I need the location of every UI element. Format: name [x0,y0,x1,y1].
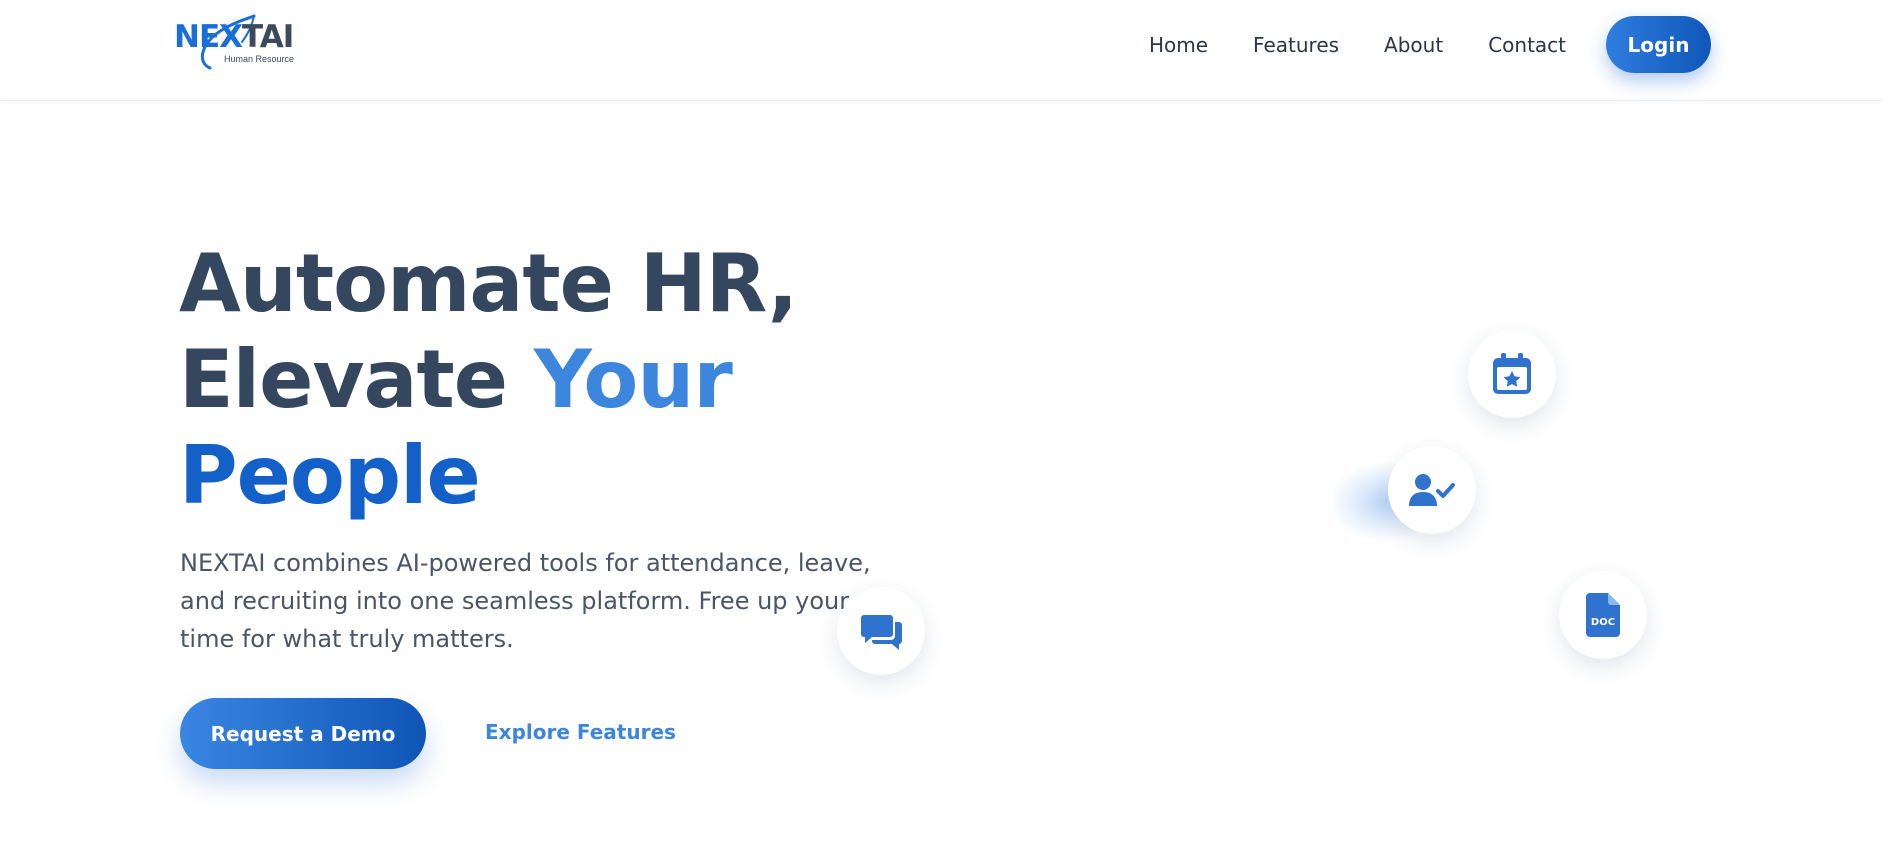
logo-subtitle: Human Resource [224,54,295,64]
logo-wordmark-a: NEX [174,19,243,55]
user-check-bubble [1388,446,1476,534]
chat-bubble [837,587,925,675]
site-header: NEXTAI Human Resource Home Features Abou… [0,0,1883,101]
user-check-icon [1409,474,1455,506]
nav-home[interactable]: Home [1149,33,1208,57]
hero-title: Automate HR, Elevate Your People [179,236,798,524]
hero-title-line-1: Automate HR, [179,237,798,330]
nav-features[interactable]: Features [1253,33,1339,57]
explore-features-link[interactable]: Explore Features [485,720,676,744]
hero-title-your: Your [533,333,733,426]
logo-wordmark: NEXTAI [174,19,294,55]
nav-about[interactable]: About [1384,33,1443,57]
request-demo-button[interactable]: Request a Demo [180,698,426,769]
nextai-logo[interactable]: NEXTAI Human Resource [172,12,300,72]
calendar-star-icon [1493,353,1531,394]
chat-icon [861,615,902,650]
nav-contact[interactable]: Contact [1488,33,1566,57]
hero-title-elevate: Elevate [179,333,534,426]
hero-title-line-2: Elevate Your [179,332,797,428]
landing-page: NEXTAI Human Resource Home Features Abou… [0,0,1883,847]
hero-description: NEXTAI combines AI-powered tools for att… [180,549,871,653]
hero-title-line-3: People [179,429,481,522]
doc-file-icon: DOC [1586,593,1620,637]
login-button[interactable]: Login [1606,16,1711,73]
main-nav: Home Features About Contact Login [1149,16,1711,73]
logo-wordmark-b: TAI [242,19,294,55]
svg-text:DOC: DOC [1591,617,1615,628]
calendar-bubble [1468,330,1556,418]
document-bubble: DOC [1559,571,1647,659]
